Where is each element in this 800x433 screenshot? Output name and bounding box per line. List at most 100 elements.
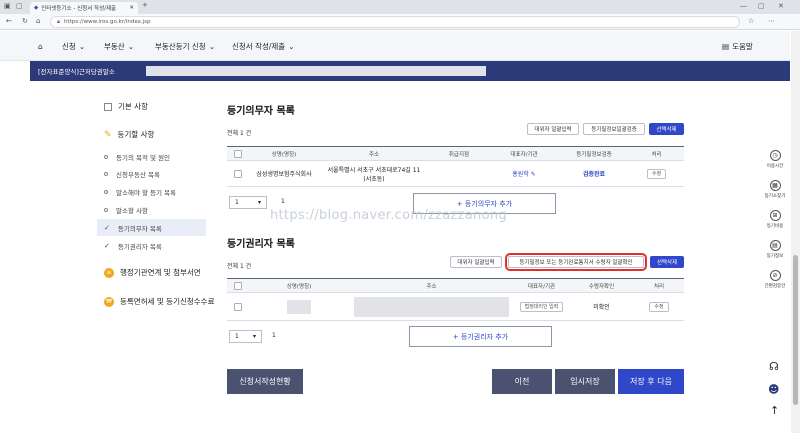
save-next-button[interactable]: 저장 후 다음 [618, 369, 684, 394]
temp-save-button[interactable]: 임시저장 [555, 369, 615, 394]
check-icon: ✓ [104, 242, 110, 250]
redacted-area [146, 66, 486, 76]
favorites-icon[interactable]: ☆ [748, 17, 754, 25]
submenu-property[interactable]: 신청부동산 목록 [104, 169, 160, 179]
coin-icon: ₩ [104, 296, 114, 307]
home-icon[interactable]: ⌂ [38, 31, 43, 61]
submenu-cancel-item[interactable]: 말소할 사항 [104, 205, 148, 215]
add-obligee-button[interactable]: + 등기권리자 추가 [409, 326, 552, 347]
chevron-down-icon: ⌄ [127, 41, 134, 51]
obligee-agent-button[interactable]: 대위자 일괄입력 [450, 256, 502, 268]
redacted-name [287, 299, 311, 314]
submenu-obligor[interactable]: ✓ 등기의무자 목록 [104, 223, 162, 233]
back-icon[interactable]: ← [6, 17, 12, 25]
nav-item-registration[interactable]: 부동산등기 신청 ⌄ [155, 31, 215, 61]
select-all-checkbox[interactable] [234, 281, 242, 290]
table-row: 삼성생명보험주식회사 서울특별시 서초구 서초대로74길 11 (서초동) 홍원… [227, 161, 684, 187]
bullet-icon [104, 190, 108, 194]
table-row: 법정대리인 입력 미확인 수정 [227, 293, 684, 321]
obligee-receiver-check-button[interactable]: 등기필정보 또는 등기완료통지서 수령자 일괄확인 [505, 253, 647, 271]
legal-agent-button[interactable]: 법정대리인 입력 [519, 301, 564, 312]
tool-usage-time[interactable]: ◷ 이용시간 [760, 150, 790, 180]
url-text: https://www.iros.go.kr/index.jsp [63, 19, 151, 25]
form-type-label: [전자표준양식]근저당권말소 [38, 68, 115, 76]
redacted-address [354, 296, 509, 317]
chatbot-icon[interactable]: ☻ [768, 383, 779, 396]
obligor-table-header: 상명(명칭) 주소 취급지점 대표자/기관 등기필정보검증 처리 [227, 146, 684, 161]
select-all-checkbox[interactable] [234, 149, 242, 158]
menu-basic[interactable]: 기본 사항 [104, 101, 148, 112]
tool-info[interactable]: ▤ 등기정보 [760, 240, 790, 270]
compass-icon: ⊘ [769, 270, 781, 281]
obligor-title: 등기의무자 목록 [227, 106, 295, 117]
col-action: 처리 [653, 283, 665, 290]
menu-fee[interactable]: ₩ 등록면허세 및 등기신청수수료 [104, 296, 214, 307]
col-rep: 대표자/기관 [527, 283, 556, 290]
submenu-purpose[interactable]: 등기의 목적 및 원인 [104, 152, 170, 162]
col-rep: 대표자/기관 [510, 151, 538, 158]
browser-tab[interactable]: ◆ 인터넷등기소 - 신청서 작성/제출 ✕ [30, 2, 138, 14]
close-tab-icon[interactable]: ✕ [129, 5, 134, 11]
right-toolbar: ◷ 이용시간 ▦ 등기소찾기 ⊞ 등기비용 ▤ 등기정보 ⊘ 간편검증안 [760, 150, 790, 300]
chevron-down-icon: ⌄ [78, 41, 86, 51]
minimize-icon[interactable]: — [740, 2, 747, 10]
row-receiver: 미확인 [593, 304, 610, 311]
nav-item-real-estate[interactable]: 부동산 ⌄ [104, 31, 134, 61]
browser-tab-bar: ▣ ▢ ◆ 인터넷등기소 - 신청서 작성/제출 ✕ + — ▢ ✕ [0, 0, 800, 14]
col-verify: 등기필정보검증 [576, 151, 612, 158]
site-navigation: ⌂ 신청 ⌄ 부동산 ⌄ 부동산등기 신청 ⌄ 신청서 작성/제출 ⌄ ▤ 도움말 [0, 31, 790, 61]
obligor-agent-button[interactable]: 대위자 일괄입력 [527, 123, 579, 135]
col-action: 처리 [651, 151, 662, 158]
obligee-title: 등기권리자 목록 [227, 239, 295, 250]
obligor-verify-button[interactable]: 등기필정보일괄검증 [583, 123, 645, 135]
refresh-icon[interactable]: ↻ [22, 17, 28, 25]
chevron-down-icon: ⌄ [288, 41, 295, 51]
check-icon: ✓ [104, 224, 110, 232]
row-checkbox[interactable] [234, 169, 242, 178]
page-size-select[interactable]: 1 ▾ [229, 330, 262, 343]
calculator-icon: ⊞ [769, 210, 781, 221]
browser-menu-icon[interactable]: ▣ [4, 2, 11, 10]
prev-button[interactable]: 이전 [492, 369, 552, 394]
close-window-icon[interactable]: ✕ [778, 2, 784, 10]
edit-button[interactable]: 수정 [646, 168, 667, 179]
obligee-delete-button[interactable]: 선택삭제 [650, 256, 684, 268]
page-number[interactable]: 1 [281, 198, 285, 205]
page-size-select[interactable]: 1 ▾ [229, 196, 267, 209]
new-tab-button[interactable]: + [142, 1, 148, 9]
submenu-cancel-list[interactable]: 말소해야 할 등기 목록 [104, 187, 176, 197]
document-icon [104, 102, 112, 111]
nav-item-form[interactable]: 신청서 작성/제출 ⌄ [232, 31, 295, 61]
menu-items[interactable]: ✎ 등기할 사항 [104, 129, 154, 140]
tab-actions-icon[interactable]: ▢ [16, 2, 23, 10]
chevron-down-icon: ⌄ [208, 41, 215, 51]
obligee-table-header: 상명(명칭) 주소 대표자/기관 수령자확인 처리 [227, 278, 684, 293]
menu-admin[interactable]: ≡ 행정기관연계 및 첨부서면 [104, 267, 201, 278]
tool-cost[interactable]: ⊞ 등기비용 [760, 210, 790, 240]
row-checkbox[interactable] [234, 302, 242, 311]
help-button[interactable]: ▤ 도움말 [722, 31, 753, 61]
tool-find-office[interactable]: ▦ 등기소찾기 [760, 180, 790, 210]
row-rep[interactable]: 홍원학 ✎ [489, 169, 559, 178]
col-address: 주소 [426, 283, 437, 290]
tool-verify[interactable]: ⊘ 간편검증안 [760, 270, 790, 300]
address-bar: ← ↻ ⌂ 🔒︎ https://www.iros.go.kr/index.js… [0, 14, 800, 30]
scrollbar-thumb[interactable] [793, 255, 798, 405]
maximize-icon[interactable]: ▢ [758, 2, 765, 10]
page-number[interactable]: 1 [272, 332, 276, 339]
headset-icon[interactable]: ☊ [769, 360, 779, 373]
tab-title: 인터넷등기소 - 신청서 작성/제출 [41, 6, 117, 12]
obligor-delete-button[interactable]: 선택삭제 [649, 123, 684, 135]
edit-button[interactable]: 수정 [649, 301, 669, 312]
col-receiver: 수령자확인 [588, 283, 615, 290]
home-browser-icon[interactable]: ⌂ [36, 17, 40, 25]
settings-more-icon[interactable]: ⋯ [768, 17, 775, 25]
nav-item-apply[interactable]: 신청 ⌄ [62, 31, 85, 61]
clock-icon: ◷ [769, 150, 781, 161]
book-icon: ▤ [722, 41, 730, 51]
application-status-button[interactable]: 신청서작성현황 [227, 369, 303, 394]
submenu-obligee[interactable]: ✓ 등기권리자 목록 [104, 241, 162, 251]
col-address: 주소 [368, 151, 380, 158]
url-field[interactable]: 🔒︎ https://www.iros.go.kr/index.jsp [50, 16, 740, 28]
scroll-top-icon[interactable]: ↑ [770, 404, 779, 417]
